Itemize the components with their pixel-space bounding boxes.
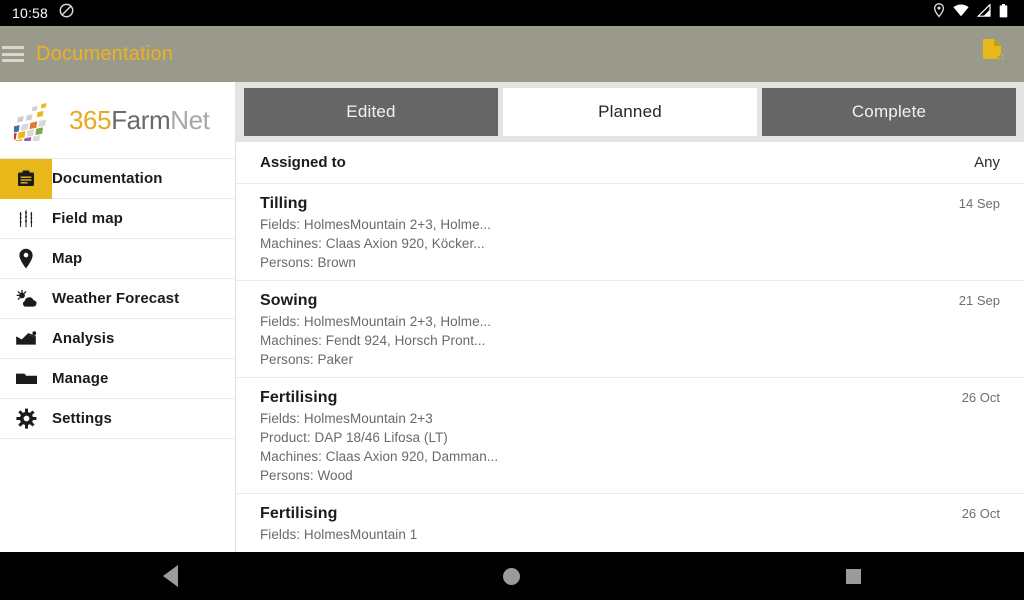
brand-logo: 365FarmNet (0, 82, 235, 159)
app-bar-actions (976, 34, 1010, 74)
assigned-to-label: Assigned to (260, 154, 346, 171)
tab-label: Complete (851, 102, 927, 121)
sidebar-item-map[interactable]: Map (0, 239, 235, 279)
brand-farm: Farm (111, 104, 171, 135)
365farmnet-mosaic-icon (5, 99, 64, 149)
android-navigation-bar (0, 552, 1024, 600)
status-bar-left: 10:58 (12, 3, 74, 23)
list-item-title: Fertilising (260, 505, 338, 522)
list-item-header: Fertilising 26 Oct (260, 505, 1000, 523)
sun-cloud-icon (0, 279, 52, 319)
tab-label: Planned (598, 102, 662, 121)
sidebar: 365FarmNet Documentation Field map Map W… (0, 82, 236, 552)
status-bar: 10:58 (0, 0, 1024, 26)
tab-planned[interactable]: Planned (503, 88, 757, 136)
device-screen: 10:58 Documentation 365FarmNet Documenta… (0, 0, 1024, 600)
sidebar-item-label: Map (52, 250, 83, 267)
app-bar: Documentation (0, 26, 1024, 82)
status-bar-right (933, 3, 1014, 23)
sidebar-item-label: Manage (52, 370, 109, 387)
status-clock: 10:58 (12, 5, 49, 21)
list-item-date: 26 Oct (961, 390, 1000, 405)
list-item[interactable]: Sowing 21 Sep Fields: HolmesMountain 2+3… (236, 281, 1024, 378)
triangle-back-icon (163, 565, 179, 587)
list-item-detail: Persons: Wood (260, 468, 353, 483)
list-item[interactable]: Tilling 14 Sep Fields: HolmesMountain 2+… (236, 184, 1024, 281)
square-recents-icon (845, 568, 861, 584)
map-pin-icon (0, 239, 52, 279)
list-item-detail: Fields: HolmesMountain 2+3, Holme... (260, 314, 492, 329)
battery-icon (999, 3, 1008, 23)
home-button[interactable] (472, 552, 552, 600)
sidebar-item-label: Documentation (52, 170, 163, 187)
task-list: Tilling 14 Sep Fields: HolmesMountain 2+… (236, 184, 1024, 553)
sidebar-item-field-map[interactable]: Field map (0, 199, 235, 239)
sidebar-item-label: Field map (52, 210, 123, 227)
sidebar-item-label: Analysis (52, 330, 115, 347)
list-item-detail: Machines: Claas Axion 920, Köcker... (260, 236, 485, 251)
sidebar-item-manage[interactable]: Manage (0, 359, 235, 399)
list-item-detail: Machines: Fendt 924, Horsch Pront... (260, 333, 486, 348)
chart-icon (0, 319, 52, 359)
sidebar-item-label: Settings (52, 410, 112, 427)
list-item-date: 26 Oct (961, 506, 1000, 521)
folder-icon (0, 359, 52, 399)
main-panel: Edited Planned Complete Assigned to Any … (236, 82, 1024, 553)
tab-complete[interactable]: Complete (762, 88, 1016, 136)
sidebar-item-documentation[interactable]: Documentation (0, 158, 235, 199)
circle-home-icon (503, 567, 521, 585)
sidebar-item-settings[interactable]: Settings (0, 399, 235, 439)
list-item-date: 14 Sep (958, 196, 1000, 211)
list-item-detail: Persons: Paker (260, 352, 353, 367)
list-item-detail: Fields: HolmesMountain 2+3 (260, 411, 433, 426)
hamburger-menu-icon[interactable] (2, 46, 24, 62)
location-pin-icon (933, 3, 945, 23)
brand-wordmark: 365FarmNet (69, 105, 210, 136)
back-button[interactable] (131, 552, 211, 600)
assigned-to-filter[interactable]: Assigned to Any (236, 142, 1024, 184)
do-not-disturb-icon (59, 3, 74, 23)
list-item-header: Sowing 21 Sep (260, 292, 1000, 310)
list-item-detail: Fields: HolmesMountain 2+3, Holme... (260, 217, 492, 232)
add-document-button[interactable] (976, 34, 1010, 74)
list-item-detail: Persons: Brown (260, 255, 356, 270)
list-item-title: Tilling (260, 195, 308, 212)
list-item-header: Tilling 14 Sep (260, 195, 1000, 213)
wheat-icon (0, 199, 52, 239)
content-area: 365FarmNet Documentation Field map Map W… (0, 82, 1024, 553)
sidebar-item-label: Weather Forecast (52, 290, 180, 307)
assigned-to-value: Any (974, 154, 1000, 171)
list-item-title: Fertilising (260, 389, 338, 406)
list-item[interactable]: Fertilising 26 Oct Fields: HolmesMountai… (236, 494, 1024, 553)
tab-bar: Edited Planned Complete (236, 82, 1024, 142)
list-item-detail: Product: DAP 18/46 Lifosa (LT) (260, 430, 448, 445)
brand-365: 365 (69, 104, 112, 135)
page-title: Documentation (36, 42, 174, 65)
add-document-icon (981, 38, 1005, 71)
list-item[interactable]: Fertilising 26 Oct Fields: HolmesMountai… (236, 378, 1024, 494)
tab-label: Edited (346, 102, 396, 121)
recents-button[interactable] (813, 552, 893, 600)
sidebar-item-weather-forecast[interactable]: Weather Forecast (0, 279, 235, 319)
clipboard-icon (0, 158, 52, 199)
tab-edited[interactable]: Edited (244, 88, 498, 136)
sidebar-item-analysis[interactable]: Analysis (0, 319, 235, 359)
cellular-signal-icon (976, 3, 991, 22)
gear-icon (0, 399, 52, 439)
list-item-detail: Machines: Claas Axion 920, Damman... (260, 449, 499, 464)
list-item-header: Fertilising 26 Oct (260, 389, 1000, 407)
list-item-date: 21 Sep (958, 293, 1000, 308)
list-item-detail: Fields: HolmesMountain 1 (260, 527, 418, 542)
list-item-title: Sowing (260, 292, 318, 309)
wifi-icon (953, 4, 969, 22)
brand-net: Net (170, 104, 210, 135)
